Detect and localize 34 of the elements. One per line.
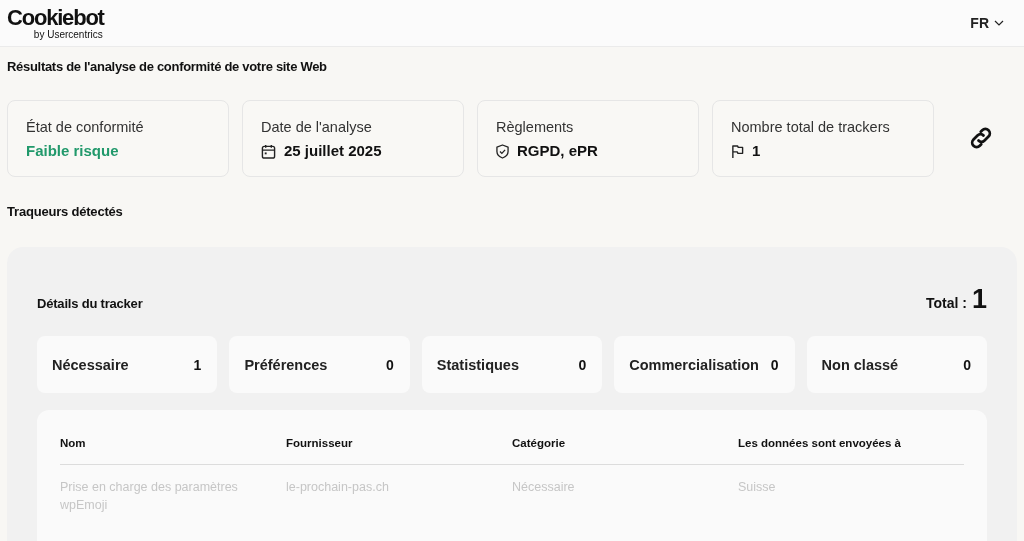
- card-value: 1: [752, 142, 761, 160]
- card-label: Nombre total de trackers: [731, 118, 891, 136]
- card-label: Date de l'analyse: [261, 118, 373, 136]
- card-value: RGPD, ePR: [517, 142, 598, 160]
- category-label: Préférences: [244, 356, 328, 373]
- category-count: 0: [386, 356, 394, 373]
- category-label: Commercialisation: [629, 356, 759, 373]
- card-label: Règlements: [496, 118, 575, 136]
- category-label: Statistiques: [436, 356, 519, 373]
- category-label: Non classé: [821, 356, 899, 373]
- flag-icon: [731, 143, 744, 159]
- language-selector[interactable]: FR: [970, 15, 1004, 31]
- calendar-icon: [261, 143, 276, 159]
- category-count: 0: [578, 356, 587, 373]
- category-label: Nécessaire: [52, 356, 129, 373]
- category-count: 0: [963, 356, 971, 373]
- total-label: Total :: [926, 295, 967, 311]
- category-count: 0: [770, 356, 779, 373]
- total-count: 1: [971, 285, 987, 313]
- logo-text: Cookiebot: [7, 6, 104, 29]
- chevron-down-icon: [994, 20, 1004, 26]
- category-count: 1: [193, 356, 202, 373]
- table-header: Nom: [60, 436, 87, 450]
- section-title: Traqueurs détectés: [7, 204, 124, 220]
- page-title: Résultats de l'analyse de conformité de votre site Web: [7, 58, 328, 76]
- table-header: Fournisseur: [286, 436, 354, 450]
- panel-title: Détails du tracker: [37, 296, 143, 311]
- card-label: État de conformité: [26, 118, 145, 136]
- table-header: Catégorie: [512, 436, 567, 450]
- card-value: Faible risque: [26, 142, 119, 160]
- shield-check-icon: [496, 143, 509, 159]
- card-value: 25 juillet 2025: [284, 142, 382, 160]
- logo-tagline: by Usercentrics: [33, 29, 103, 40]
- table-header: Les données sont envoyées à: [738, 436, 902, 450]
